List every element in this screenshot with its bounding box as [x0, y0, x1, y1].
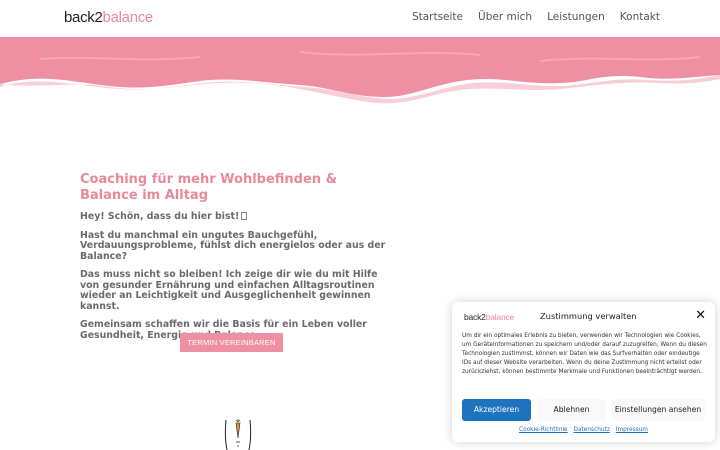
view-settings-button[interactable]: Einstellungen ansehen — [611, 399, 705, 421]
close-icon[interactable]: ✕ — [695, 309, 706, 323]
emoji-icon — [241, 212, 248, 220]
nav-item-startseite[interactable]: Startseite — [412, 11, 463, 23]
imprint-link[interactable]: Impressum — [616, 427, 648, 433]
book-appointment-button[interactable]: TERMIN VEREINBAREN — [180, 333, 283, 352]
consent-links: Cookie-Richtlinie Datenschutz Impressum — [452, 427, 715, 433]
greeting-label: Hey! Schön, dass du hier bist! — [80, 211, 240, 222]
consent-logo-part2: balance — [485, 312, 515, 322]
page-title: Coaching für mehr Wohlbefinden & Balance… — [80, 172, 337, 203]
header-wave-band — [0, 37, 720, 104]
consent-title: Zustimmung verwalten — [540, 311, 637, 321]
cookie-policy-link[interactable]: Cookie-Richtlinie — [519, 427, 568, 433]
main-nav: Startseite Über mich Leistungen Kontakt — [412, 11, 660, 23]
consent-logo: back2balance — [464, 312, 514, 322]
intro-paragraph-1: Hast du manchmal ein ungutes Bauchgefühl… — [80, 229, 386, 262]
nav-item-ueber-mich[interactable]: Über mich — [478, 11, 532, 23]
nav-item-leistungen[interactable]: Leistungen — [547, 11, 605, 23]
greeting-text: Hey! Schön, dass du hier bist! — [80, 211, 390, 223]
hero-content: Coaching für mehr Wohlbefinden & Balance… — [80, 172, 390, 341]
site-header: back2balance Startseite Über mich Leistu… — [0, 0, 720, 38]
accept-button[interactable]: Akzeptieren — [462, 399, 531, 421]
site-logo[interactable]: back2balance — [64, 9, 153, 27]
consent-text: Um dir ein optimales Erlebnis zu bieten,… — [462, 333, 707, 376]
carrot-illustration-icon — [224, 419, 252, 450]
logo-part1: back2 — [64, 9, 103, 26]
deny-button[interactable]: Ablehnen — [537, 399, 606, 421]
intro-paragraph-2: Das muss nicht so bleiben! Ich zeige dir… — [80, 269, 378, 312]
nav-item-kontakt[interactable]: Kontakt — [620, 11, 660, 23]
consent-logo-part1: back2 — [464, 312, 486, 322]
privacy-link[interactable]: Datenschutz — [573, 427, 609, 433]
cookie-consent-dialog: back2balance Zustimmung verwalten ✕ Um d… — [452, 302, 715, 442]
logo-part2: balance — [102, 9, 154, 26]
